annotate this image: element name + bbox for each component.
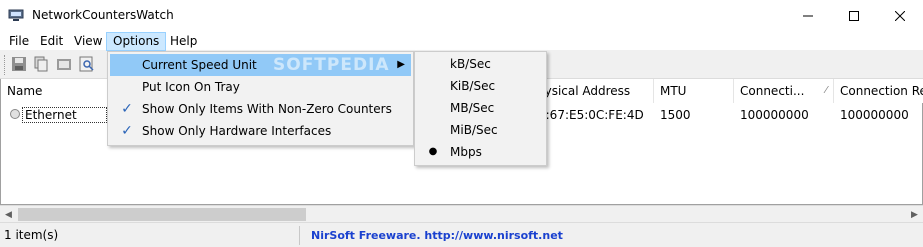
close-button[interactable] xyxy=(877,0,923,31)
submenu-item-mb-sec[interactable]: MB/Sec xyxy=(417,97,544,119)
submenu-item-label: Mbps xyxy=(450,145,482,159)
minimize-button[interactable] xyxy=(785,0,831,31)
maximize-icon xyxy=(849,10,859,21)
menu-item-non-zero-counters[interactable]: ✓ Show Only Items With Non-Zero Counters xyxy=(110,98,411,120)
radio-bullet-icon: ● xyxy=(428,146,438,157)
column-header-connection[interactable]: Connecti... ⁄ xyxy=(734,79,834,103)
minimize-icon xyxy=(803,15,813,16)
submenu-item-label: MB/Sec xyxy=(450,101,495,115)
submenu-item-label: KiB/Sec xyxy=(450,79,496,93)
menu-options[interactable]: Options xyxy=(106,32,167,51)
menu-item-hardware-interfaces[interactable]: ✓ Show Only Hardware Interfaces xyxy=(110,120,411,142)
scroll-right-icon[interactable]: ▶ xyxy=(906,206,923,223)
menu-bar: File Edit View Options Help xyxy=(0,31,923,51)
menu-item-label: Put Icon On Tray xyxy=(142,80,240,94)
cell-connection-re: 100000000 xyxy=(840,108,909,122)
checkmark-icon: ✓ xyxy=(121,101,133,117)
checkmark-icon: ✓ xyxy=(121,123,133,139)
title-bar: NetworkCountersWatch xyxy=(0,0,923,31)
submenu-item-mbps[interactable]: ● Mbps xyxy=(417,141,544,163)
submenu-item-label: MiB/Sec xyxy=(450,123,498,137)
menu-file[interactable]: File xyxy=(2,32,36,51)
watermark: SOFTPEDIA xyxy=(273,55,390,75)
status-item-count: 1 item(s) xyxy=(0,226,300,245)
close-icon xyxy=(895,10,905,21)
column-header-connection-label: Connecti... xyxy=(740,84,805,98)
submenu-item-kb-sec[interactable]: kB/Sec xyxy=(417,53,544,75)
submenu-item-mib-sec[interactable]: MiB/Sec xyxy=(417,119,544,141)
scroll-left-icon[interactable]: ◀ xyxy=(0,206,17,223)
submenu-item-label: kB/Sec xyxy=(450,57,491,71)
horizontal-scrollbar[interactable]: ◀ ▶ xyxy=(0,205,923,222)
app-network-icon xyxy=(8,7,24,23)
menu-item-label: Show Only Items With Non-Zero Counters xyxy=(142,102,392,116)
cell-physical-address: 0:67:E5:0C:FE:4D xyxy=(538,108,644,122)
menu-item-label: Current Speed Unit xyxy=(142,58,257,72)
column-header-name[interactable]: Name xyxy=(1,79,108,103)
status-bar: 1 item(s) NirSoft Freeware. http://www.n… xyxy=(0,222,923,247)
find-icon[interactable] xyxy=(79,56,97,74)
speed-unit-submenu: kB/Sec KiB/Sec MB/Sec MiB/Sec ● Mbps xyxy=(414,51,547,166)
nirsoft-link[interactable]: NirSoft Freeware. http://www.nirsoft.net xyxy=(311,226,563,245)
window-title: NetworkCountersWatch xyxy=(32,8,174,22)
save-icon[interactable] xyxy=(11,56,29,74)
menu-view[interactable]: View xyxy=(67,32,109,51)
menu-item-label: Show Only Hardware Interfaces xyxy=(142,124,332,138)
menu-help[interactable]: Help xyxy=(163,32,204,51)
properties-icon[interactable] xyxy=(56,56,74,74)
sort-arrow-icon: ⁄ xyxy=(825,85,827,96)
menu-edit[interactable]: Edit xyxy=(33,32,70,51)
copy-icon[interactable] xyxy=(33,56,51,74)
column-header-physical-address[interactable]: hysical Address xyxy=(536,79,654,103)
cell-mtu: 1500 xyxy=(660,108,691,122)
column-header-mtu[interactable]: MTU xyxy=(654,79,734,103)
menu-item-put-icon-on-tray[interactable]: Put Icon On Tray xyxy=(110,76,411,98)
submenu-arrow-icon: ▶ xyxy=(397,59,405,70)
toolbar-grip xyxy=(4,55,7,75)
status-dot-icon xyxy=(10,109,20,119)
scrollbar-thumb[interactable] xyxy=(18,208,306,221)
cell-name: Ethernet xyxy=(22,107,107,123)
cell-connection: 100000000 xyxy=(740,108,809,122)
submenu-item-kib-sec[interactable]: KiB/Sec xyxy=(417,75,544,97)
maximize-button[interactable] xyxy=(831,0,877,31)
options-menu: Current Speed Unit ▶ SOFTPEDIA Put Icon … xyxy=(107,51,414,146)
column-header-connection-re[interactable]: Connection Re... xyxy=(834,79,923,103)
